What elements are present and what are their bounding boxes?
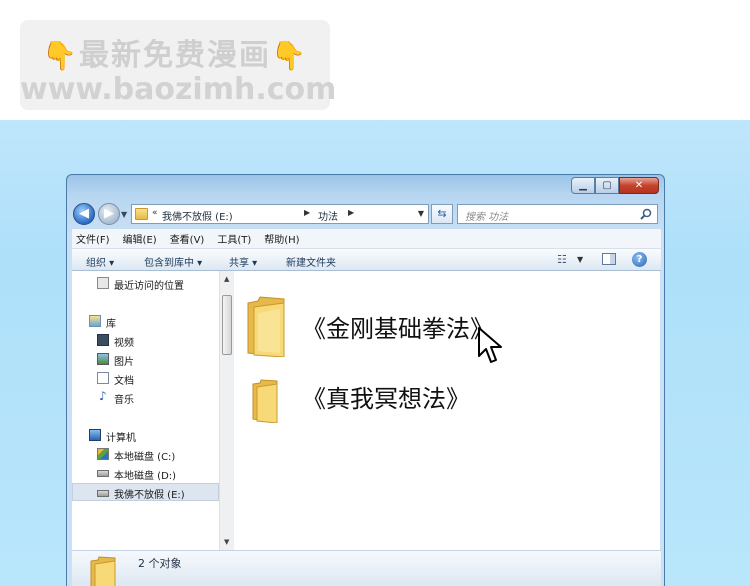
change-view-icon[interactable]: ☷ — [557, 253, 567, 266]
nav-item-label: 本地磁盘 (C:) — [114, 452, 176, 463]
menu-bar: 文件(F) 编辑(E) 查看(V) 工具(T) 帮助(H) — [72, 229, 661, 249]
recent-places-icon — [97, 277, 109, 289]
maximize-button[interactable]: ▢ — [595, 177, 619, 194]
nav-item-label: 库 — [106, 319, 116, 330]
breadcrumb-folder[interactable]: 功法 — [318, 208, 338, 223]
breadcrumb-separator-icon[interactable]: ▶ — [348, 208, 354, 217]
include-in-library-button[interactable]: 包含到库中 ▾ — [144, 254, 202, 269]
menu-tools[interactable]: 工具(T) — [217, 231, 251, 246]
new-folder-button[interactable]: 新建文件夹 — [286, 254, 336, 269]
nav-item-computer[interactable]: 计算机 — [72, 426, 219, 444]
nav-item-video[interactable]: 视频 — [72, 331, 219, 349]
nav-item-label: 最近访问的位置 — [114, 281, 184, 292]
top-area: 👇最新免费漫画👇 www.baozimh.com — [0, 0, 750, 120]
nav-item-music[interactable]: ♪ 音乐 — [72, 388, 219, 406]
nav-item-libraries[interactable]: 库 — [72, 312, 219, 330]
nav-item-label: 音乐 — [114, 395, 134, 406]
navigation-scrollbar[interactable]: ▲ ▼ — [219, 271, 234, 550]
recent-pages-dropdown[interactable]: ▼ — [121, 210, 127, 219]
nav-item-drive-d[interactable]: 本地磁盘 (D:) — [72, 464, 219, 482]
menu-help[interactable]: 帮助(H) — [264, 231, 299, 246]
nav-item-label: 视频 — [114, 338, 134, 349]
refresh-button[interactable]: ⇆ — [431, 204, 453, 224]
hand-pointing-down-icon: 👇 — [42, 39, 79, 72]
nav-item-label: 我佛不放假 (E:) — [114, 490, 185, 501]
menu-edit[interactable]: 编辑(E) — [123, 231, 157, 246]
address-bar[interactable]: « 我佛不放假 (E:) ▶ 功法 ▶ ▼ — [131, 204, 429, 224]
view-dropdown-icon[interactable]: ▼ — [577, 255, 583, 264]
nav-item-label: 图片 — [114, 357, 134, 368]
menu-file[interactable]: 文件(F) — [76, 231, 110, 246]
hand-pointing-down-icon: 👇 — [271, 39, 308, 72]
address-history-chevron[interactable]: « — [152, 208, 158, 218]
nav-item-documents[interactable]: 文档 — [72, 369, 219, 387]
scroll-up-icon[interactable]: ▲ — [224, 275, 229, 283]
command-toolbar: 组织 ▾ 包含到库中 ▾ 共享 ▾ 新建文件夹 ☷ ▼ ? — [72, 249, 661, 271]
music-note-icon: ♪ — [99, 389, 107, 403]
address-dropdown-icon[interactable]: ▼ — [418, 209, 424, 218]
nav-item-drive-e[interactable]: 我佛不放假 (E:) — [72, 483, 219, 501]
search-icon[interactable] — [640, 208, 652, 220]
minimize-button[interactable]: ▁ — [571, 177, 595, 194]
breadcrumb-separator-icon[interactable]: ▶ — [304, 208, 310, 217]
video-icon — [97, 334, 109, 346]
computer-icon — [89, 429, 101, 441]
nav-item-recent[interactable]: 最近访问的位置 — [72, 274, 219, 292]
nav-item-pictures[interactable]: 图片 — [72, 350, 219, 368]
search-placeholder: 搜索 功法 — [465, 212, 509, 223]
documents-icon — [97, 372, 109, 384]
folder-icon — [135, 208, 148, 220]
mouse-cursor-icon — [478, 327, 502, 363]
preview-pane-icon[interactable] — [602, 253, 616, 265]
libraries-icon — [89, 315, 101, 327]
menu-view[interactable]: 查看(V) — [170, 231, 205, 246]
navigation-pane: 最近访问的位置 库 视频 图片 文档 ♪ 音乐 计算机 本地磁盘 (C:) 本地… — [72, 271, 219, 550]
nav-item-label: 本地磁盘 (D:) — [114, 471, 177, 482]
folder-icon — [252, 379, 278, 423]
folder-icon — [90, 556, 116, 586]
nav-item-label: 计算机 — [106, 433, 136, 444]
status-bar: 2 个对象 — [72, 550, 661, 586]
file-list: 《金刚基础拳法》 《真我冥想法》 — [234, 271, 660, 550]
scroll-down-icon[interactable]: ▼ — [224, 538, 229, 546]
folder-icon — [247, 296, 285, 357]
watermark-title: 👇最新免费漫画👇 — [42, 38, 308, 73]
forward-button[interactable]: ▶ — [98, 203, 120, 225]
system-drive-icon — [97, 448, 109, 460]
pictures-icon — [97, 353, 109, 365]
explorer-window: ▁ ▢ ✕ ◀ ▶ ▼ « 我佛不放假 (E:) ▶ 功法 ▶ ▼ ⇆ 搜索 功… — [66, 174, 665, 586]
organize-button[interactable]: 组织 ▾ — [86, 254, 114, 269]
share-button[interactable]: 共享 ▾ — [229, 254, 257, 269]
nav-item-label: 文档 — [114, 376, 134, 387]
scrollbar-thumb[interactable] — [222, 295, 232, 355]
file-name: 《金刚基础拳法》 — [302, 315, 494, 343]
back-button[interactable]: ◀ — [73, 203, 95, 225]
item-count: 2 个对象 — [138, 557, 182, 570]
file-name: 《真我冥想法》 — [302, 385, 470, 413]
help-button[interactable]: ? — [632, 252, 647, 267]
watermark-url: www.baozimh.com — [20, 72, 337, 107]
drive-icon — [97, 490, 109, 497]
nav-item-drive-c[interactable]: 本地磁盘 (C:) — [72, 445, 219, 463]
watermark: 👇最新免费漫画👇 www.baozimh.com — [20, 20, 337, 110]
close-button[interactable]: ✕ — [619, 177, 659, 194]
drive-icon — [97, 470, 109, 477]
caption-buttons: ▁ ▢ ✕ — [571, 177, 659, 195]
search-input[interactable]: 搜索 功法 — [457, 204, 658, 224]
breadcrumb-drive[interactable]: 我佛不放假 (E:) — [162, 208, 233, 223]
